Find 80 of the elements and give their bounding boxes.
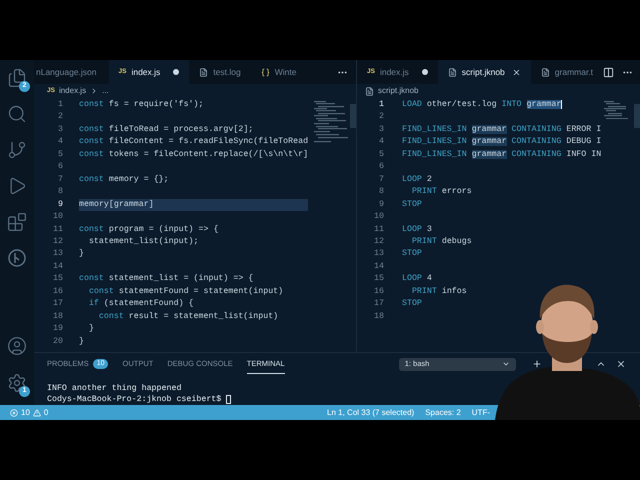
editor-tab[interactable]: grammar.t [530, 60, 604, 84]
line-number: 17 [373, 298, 384, 310]
code-line: const fileContent = fs.readFileSync(fileToRead [79, 136, 310, 148]
line-number: 18 [52, 310, 63, 323]
code-line: LOOP 4 [402, 273, 433, 286]
breadcrumb-item[interactable]: script.jknob [378, 85, 418, 97]
line-number: 13 [373, 248, 384, 260]
line-number: 19 [52, 323, 63, 336]
code-line: FIND_LINES_IN grammar CONTAINING DEBUG I [402, 136, 602, 148]
line-number: 8 [378, 186, 384, 198]
line-number: 2 [378, 111, 384, 124]
line-number: 14 [52, 260, 63, 273]
editor-tab[interactable]: test.log [189, 60, 251, 84]
status-item[interactable]: Ln 1, Col 33 (7 selected) [327, 406, 414, 418]
line-number: 4 [378, 136, 384, 148]
code-line: const statementFound = statement(input) [88, 286, 284, 298]
line-number: 9 [378, 198, 384, 211]
status-item[interactable]: UTF- [472, 406, 490, 418]
line-number: 9 [57, 198, 63, 211]
line-number: 5 [57, 148, 63, 161]
line-number: 16 [52, 286, 63, 298]
code-line: LOAD other/test.log INTO grammar [402, 99, 564, 111]
code-line: const statement_list = (input) => { [79, 273, 254, 286]
line-number: 5 [378, 148, 384, 161]
line-number: 4 [57, 136, 63, 148]
code-line: LOOP 2 [402, 174, 433, 186]
line-number: 16 [373, 286, 384, 298]
line-number: 11 [52, 224, 63, 236]
line-number: 11 [373, 224, 384, 236]
breadcrumb-item[interactable]: ... [102, 85, 109, 97]
code-line: FIND_LINES_IN grammar CONTAINING ERROR I [402, 124, 602, 136]
line-number: 1 [378, 99, 384, 111]
code-line: PRINT errors [410, 186, 473, 198]
line-number: 20 [52, 336, 63, 348]
editor-tab[interactable]: script.jknob [438, 60, 531, 84]
line-number: 17 [52, 298, 63, 310]
code-line: STOP [402, 248, 423, 260]
line-number: 7 [378, 174, 384, 186]
code-line: } [79, 248, 85, 260]
terminal-line: INFO another thing happened [47, 383, 182, 394]
code-line: FIND_LINES_IN grammar CONTAINING INFO IN [402, 148, 602, 161]
code-line: } [79, 336, 85, 348]
line-number: 3 [378, 124, 384, 136]
line-number: 14 [373, 260, 384, 273]
status-item[interactable]: Spaces: 2 [425, 406, 461, 418]
code-line: const memory = {}; [79, 174, 170, 186]
code-line: STOP [402, 298, 423, 310]
line-number: 6 [57, 161, 63, 174]
line-number: 12 [373, 236, 384, 248]
code-line: const fileToRead = process.argv[2]; [79, 124, 254, 136]
code-line: const result = statement_list(input) [98, 310, 280, 323]
line-number: 10 [373, 211, 384, 224]
editor-tab[interactable]: Winte [250, 60, 306, 84]
line-number: 1 [57, 99, 63, 111]
code-line: STOP [402, 198, 423, 211]
code-line: const fs = require('fs'); [79, 99, 204, 111]
terminal-line: Codys-MacBook-Pro-2:jknob cseibert$ [47, 394, 222, 405]
line-number: 6 [378, 161, 384, 174]
line-number: 15 [52, 273, 63, 286]
line-number: 8 [57, 186, 63, 198]
line-number: 12 [52, 236, 63, 248]
code-line: LOOP 3 [402, 224, 433, 236]
error-count[interactable]: 10 [21, 406, 30, 418]
code-line: } [88, 323, 95, 336]
code-line: statement_list(input); [88, 236, 200, 248]
code-line: if (statementFound) { [88, 298, 195, 310]
code-line: const tokens = fileContent.replace(/[\s\n\t\r] [79, 148, 310, 161]
code-line: PRINT infos [410, 286, 468, 298]
editor-tab[interactable]: nLanguage.json [34, 60, 109, 84]
code-line: PRINT debugs [410, 236, 473, 248]
line-number: 13 [52, 248, 63, 260]
line-number: 2 [57, 111, 63, 124]
line-number: 10 [52, 211, 63, 224]
line-number: 3 [57, 124, 63, 136]
code-line: const program = (input) => { [79, 224, 220, 236]
line-number: 18 [373, 310, 384, 323]
breadcrumb-item[interactable]: index.js [58, 85, 86, 97]
warning-count[interactable]: 0 [44, 406, 48, 418]
line-number: 15 [373, 273, 384, 286]
line-number: 7 [57, 174, 63, 186]
